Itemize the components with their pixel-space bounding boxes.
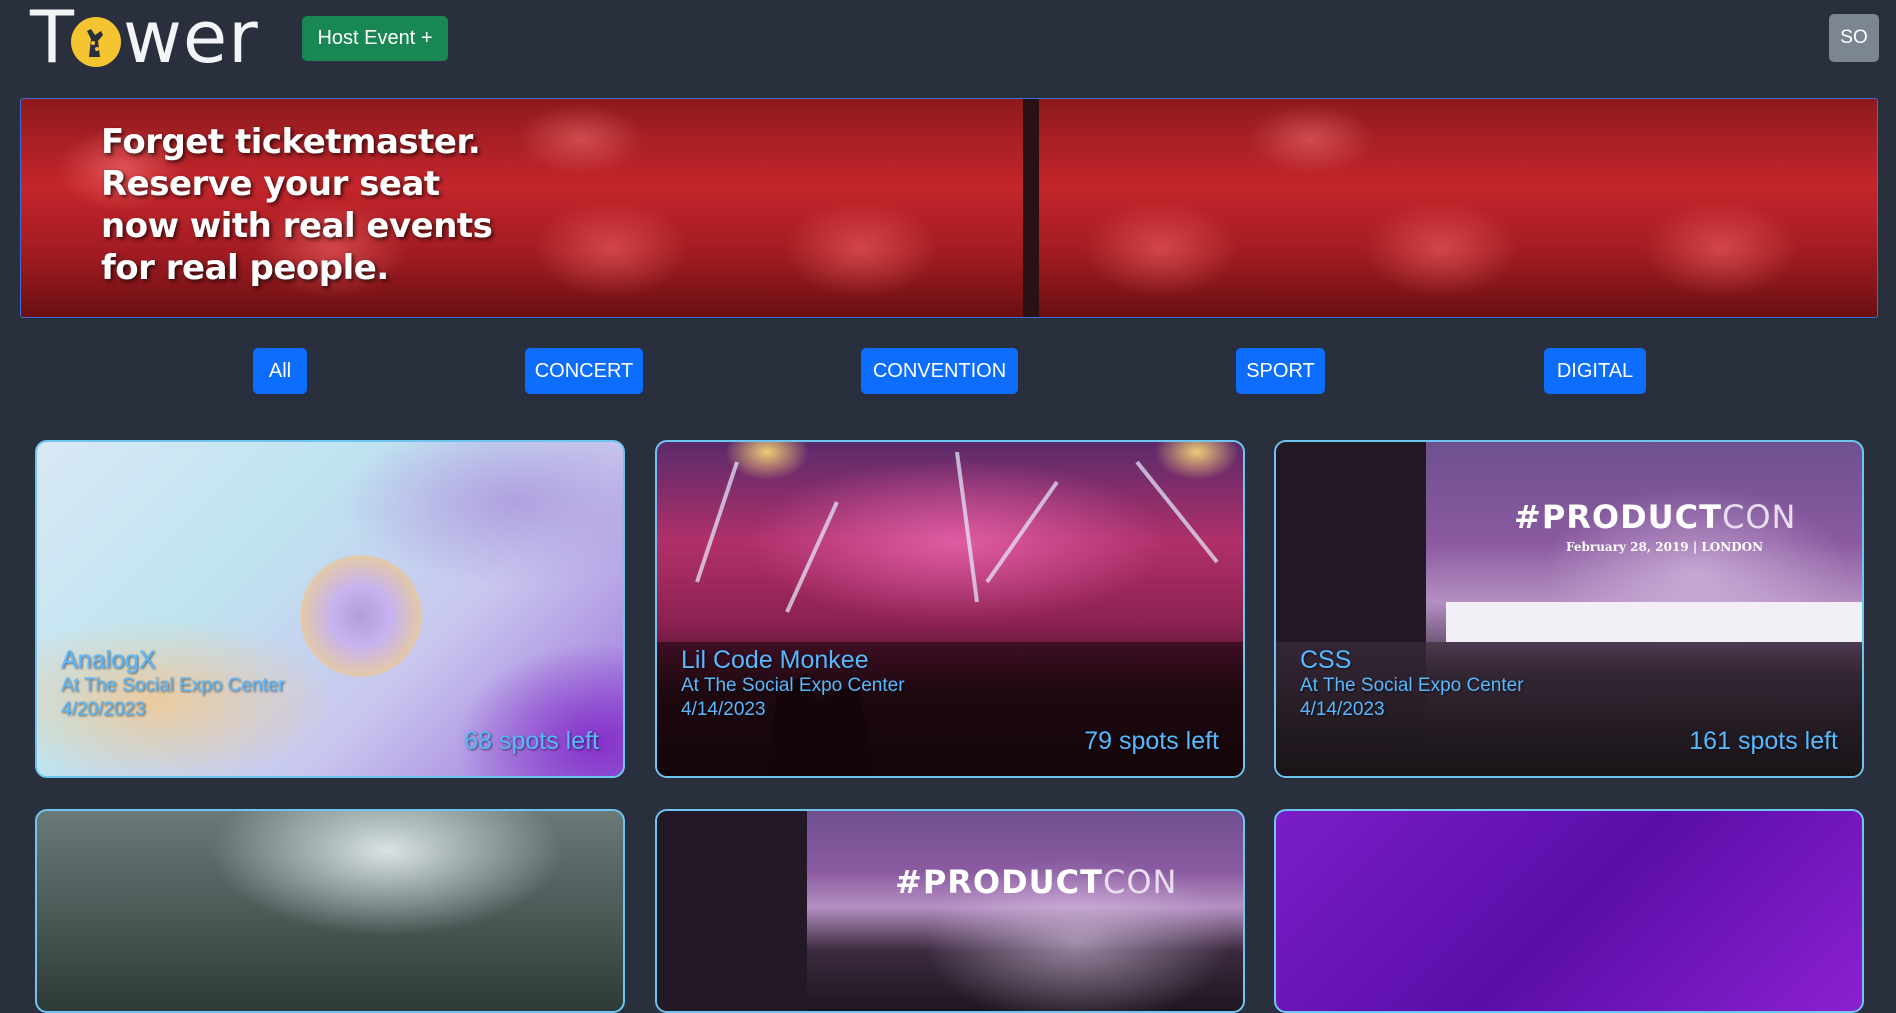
- event-card-row2-1[interactable]: [35, 809, 625, 1013]
- event-location: At The Social Expo Center: [61, 675, 285, 696]
- productcon-subtitle: February 28, 2019 | LONDON: [1566, 540, 1764, 554]
- event-location: At The Social Expo Center: [1300, 675, 1524, 696]
- productcon-title: #PRODUCTCON: [895, 863, 1178, 901]
- event-name: CSS: [1300, 646, 1352, 674]
- logo-letters-wer: wer: [122, 0, 259, 79]
- event-info: AnalogX At The Social Expo Center 4/20/2…: [61, 646, 285, 722]
- filter-concert-button[interactable]: CONCERT: [525, 348, 643, 394]
- hero-text: Forget ticketmaster. Reserve your seat n…: [101, 122, 493, 288]
- event-card-row2-3[interactable]: [1274, 809, 1864, 1013]
- event-card-analogx[interactable]: AnalogX At The Social Expo Center 4/20/2…: [35, 440, 625, 778]
- event-card-css[interactable]: #PRODUCTCON February 28, 2019 | LONDON C…: [1274, 440, 1864, 778]
- spots-left: 68 spots left: [464, 727, 599, 755]
- concert-light-beams: [657, 451, 1243, 776]
- event-date: 4/20/2023: [61, 699, 146, 720]
- filter-digital-button[interactable]: DIGITAL: [1544, 348, 1646, 394]
- avatar[interactable]: SO: [1829, 14, 1879, 62]
- event-card-lil-code-monkee[interactable]: Lil Code Monkee At The Social Expo Cente…: [655, 440, 1245, 778]
- spots-left: 79 spots left: [1084, 727, 1219, 755]
- filter-convention-button[interactable]: CONVENTION: [861, 348, 1018, 394]
- event-info: Lil Code Monkee At The Social Expo Cente…: [681, 646, 905, 722]
- seat-aisle: [1023, 99, 1039, 317]
- event-name: AnalogX: [61, 646, 156, 674]
- event-location: At The Social Expo Center: [681, 675, 905, 696]
- giraffe-icon: [70, 17, 121, 67]
- productcon-title: #PRODUCTCON: [1514, 498, 1797, 536]
- logo-letter-t: T: [30, 0, 75, 79]
- filter-all-button[interactable]: All: [253, 348, 307, 394]
- event-date: 4/14/2023: [681, 699, 766, 720]
- sponsor-banner: [1446, 602, 1862, 642]
- event-info: CSS At The Social Expo Center 4/14/2023: [1300, 646, 1524, 722]
- event-name: Lil Code Monkee: [681, 646, 869, 674]
- stage-wall: [657, 811, 807, 1011]
- host-event-button[interactable]: Host Event +: [302, 16, 448, 61]
- hero-banner: Forget ticketmaster. Reserve your seat n…: [20, 98, 1878, 318]
- navbar: T wer Host Event + SO: [0, 0, 1896, 78]
- event-card-row2-2[interactable]: #PRODUCTCON: [655, 809, 1245, 1013]
- event-date: 4/14/2023: [1300, 699, 1385, 720]
- filter-sport-button[interactable]: SPORT: [1236, 348, 1325, 394]
- tower-logo[interactable]: T wer: [30, 0, 259, 79]
- spots-left: 161 spots left: [1689, 727, 1838, 755]
